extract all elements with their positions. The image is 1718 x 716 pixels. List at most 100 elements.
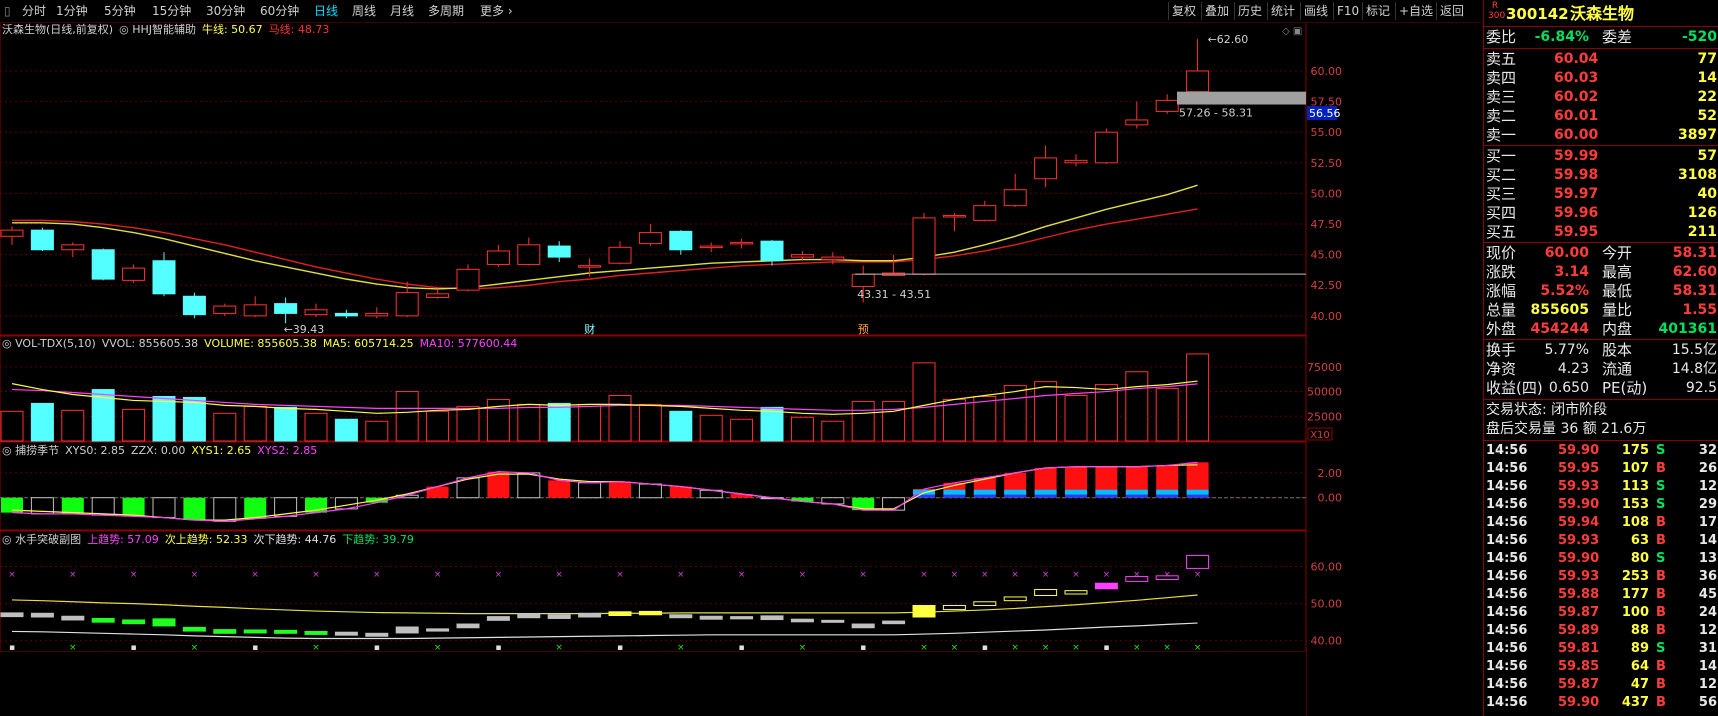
stat-row-3: 总量 855605 量比 1.55 xyxy=(1484,301,1718,320)
candle-35-body xyxy=(1064,159,1088,164)
toolbar-button-4[interactable]: 画线 xyxy=(1300,2,1331,20)
season-cyan-33 xyxy=(1004,489,1027,495)
tick-vol-1: 107 xyxy=(1621,461,1649,476)
panel-frame-0 xyxy=(0,21,1307,336)
candle-27-body xyxy=(821,256,845,261)
season-bar-20 xyxy=(609,481,631,498)
bid-price-2: 59.97 xyxy=(1554,186,1599,202)
period-7[interactable]: 周线 xyxy=(352,3,376,19)
sailor-x-bot-36: ▪ xyxy=(1103,643,1109,653)
tick-side-12: B xyxy=(1656,659,1666,674)
stat2-label2-1: 流通 xyxy=(1602,360,1633,378)
season-blue-31 xyxy=(943,494,966,498)
vol-bar-34 xyxy=(1034,381,1058,442)
sailor-box-18 xyxy=(547,614,571,619)
webi-label: 委比 xyxy=(1486,28,1517,46)
bid-row-0: 买一 59.99 57 xyxy=(1484,147,1718,166)
candle-0-body xyxy=(0,229,24,237)
period-1[interactable]: 1分钟 xyxy=(56,3,88,19)
stat2-value2-0: 15.5亿 xyxy=(1671,342,1717,358)
period-8[interactable]: 月线 xyxy=(390,3,414,19)
toolbar-button-2[interactable]: 历史 xyxy=(1234,2,1265,20)
toolbar-button-0[interactable]: 复权 xyxy=(1168,2,1199,20)
season-title-part-0: ◎ 捕捞季节 xyxy=(2,443,59,457)
main-tick-2: 55.00 xyxy=(1311,126,1343,139)
toolbar-button-6[interactable]: 标记 xyxy=(1362,2,1393,20)
sailor-x-bot-35: × xyxy=(1072,643,1080,653)
vol-bar-23 xyxy=(699,414,723,442)
season-title-part-4: XYS2: 2.85 xyxy=(257,444,317,457)
badge-bottom: 300 xyxy=(1488,11,1506,21)
main-title-part-3: 马线: 48.73 xyxy=(269,22,330,36)
sailor-tick-2: 40.00 xyxy=(1311,635,1343,648)
period-5[interactable]: 60分钟 xyxy=(260,3,299,19)
candle-5-body xyxy=(152,260,176,295)
trade-status-text: 交易状态: 闭市阶段 xyxy=(1486,402,1608,418)
main-title-part-1: ◎ HHJ智能辅助 xyxy=(119,22,196,36)
season-title-part-3: XYS1: 2.65 xyxy=(191,444,251,457)
candle-25-body xyxy=(760,240,784,262)
candle-4-body xyxy=(122,267,146,281)
tick-count-12: 14 xyxy=(1698,659,1717,674)
vol-title-part-0: ◎ VOL-TDX(5,10) xyxy=(2,337,96,350)
period-0[interactable]: 分时 xyxy=(22,3,46,19)
period-6[interactable]: 日线 xyxy=(314,3,338,19)
ask-label-3: 卖二 xyxy=(1486,107,1517,125)
tick-count-11: 31 xyxy=(1698,641,1717,656)
tick-time-10: 14:56 xyxy=(1486,623,1528,638)
period-9[interactable]: 多周期 xyxy=(428,3,464,19)
toolbar-button-3[interactable]: 统计 xyxy=(1267,2,1298,20)
window-menu-icon[interactable]: ▯ xyxy=(4,3,11,19)
vol-bar-35 xyxy=(1064,395,1088,442)
vol-bar-24 xyxy=(730,418,754,442)
range2-label: 43.31 - 43.51 xyxy=(857,288,931,301)
sailor-x-bot-32: ▪ xyxy=(982,643,988,653)
vol-bar-19 xyxy=(578,403,602,442)
sailor-box-9 xyxy=(274,629,298,634)
wecha-label: 委差 xyxy=(1602,28,1633,46)
candle-13-body xyxy=(395,292,419,317)
stat-value2-2: 58.31 xyxy=(1672,283,1717,299)
tick-time-14: 14:56 xyxy=(1486,695,1528,710)
period-10[interactable]: 更多 › xyxy=(480,3,513,19)
vol-unit: X10 xyxy=(1310,430,1330,441)
sailor-x-top-6: × xyxy=(191,570,199,580)
tick-price-2: 59.93 xyxy=(1558,479,1600,494)
stat-row-1: 涨跌 3.14 最高 62.60 xyxy=(1484,263,1718,282)
kline-chart-area[interactable]: × ▪ × × × ▪ × × × ▪ × × × ▪ × × × ▪ × × × ▪ × × × ▪ × × × ▪ × × × × × ▪ × × × ×… xyxy=(0,0,1483,716)
sailor-box-12 xyxy=(365,632,389,637)
tick-time-0: 14:56 xyxy=(1486,443,1528,458)
sailor-box-23 xyxy=(699,615,723,620)
tick-time-13: 14:56 xyxy=(1486,677,1528,692)
tick-price-5: 59.93 xyxy=(1558,533,1600,548)
tick-count-14: 56 xyxy=(1698,695,1717,710)
toolbar-button-5[interactable]: F10 xyxy=(1333,2,1362,20)
stat2-label1-2: 收益(四) xyxy=(1486,379,1543,397)
sailor-box-25 xyxy=(760,615,784,621)
period-2[interactable]: 5分钟 xyxy=(104,3,136,19)
tick-count-13: 12 xyxy=(1698,677,1717,692)
period-3[interactable]: 15分钟 xyxy=(152,3,191,19)
tick-count-0: 32 xyxy=(1698,443,1717,458)
toolbar-button-8[interactable]: 返回 xyxy=(1436,2,1467,20)
main-tick-4: 50.00 xyxy=(1311,187,1343,200)
tick-price-0: 59.90 xyxy=(1558,443,1600,458)
toolbar-button-1[interactable]: 叠加 xyxy=(1201,2,1232,20)
vol-tick-2: 25000 xyxy=(1307,410,1342,423)
season-bar-22 xyxy=(669,486,692,498)
stat-value2-0: 58.31 xyxy=(1672,245,1717,261)
tick-price-10: 59.89 xyxy=(1558,623,1600,638)
main-title-part-0: 沃森生物(日线,前复权) xyxy=(2,22,113,36)
period-4[interactable]: 30分钟 xyxy=(206,3,245,19)
season-bar-17 xyxy=(517,472,541,499)
toolbar-button-7[interactable]: +自选 xyxy=(1395,2,1436,20)
tick-count-10: 12 xyxy=(1698,623,1717,638)
bid-row-3: 买四 59.96 126 xyxy=(1484,204,1718,223)
vol-bar-27 xyxy=(821,420,845,442)
stat-value2-3: 1.55 xyxy=(1682,302,1717,318)
tick-time-2: 14:56 xyxy=(1486,479,1528,494)
tick-vol-2: 113 xyxy=(1621,479,1649,494)
tick-row-11: 14:56 59.81 89 S 31 xyxy=(1484,640,1718,658)
candle-30-body xyxy=(912,217,936,275)
tick-side-4: B xyxy=(1656,515,1666,530)
